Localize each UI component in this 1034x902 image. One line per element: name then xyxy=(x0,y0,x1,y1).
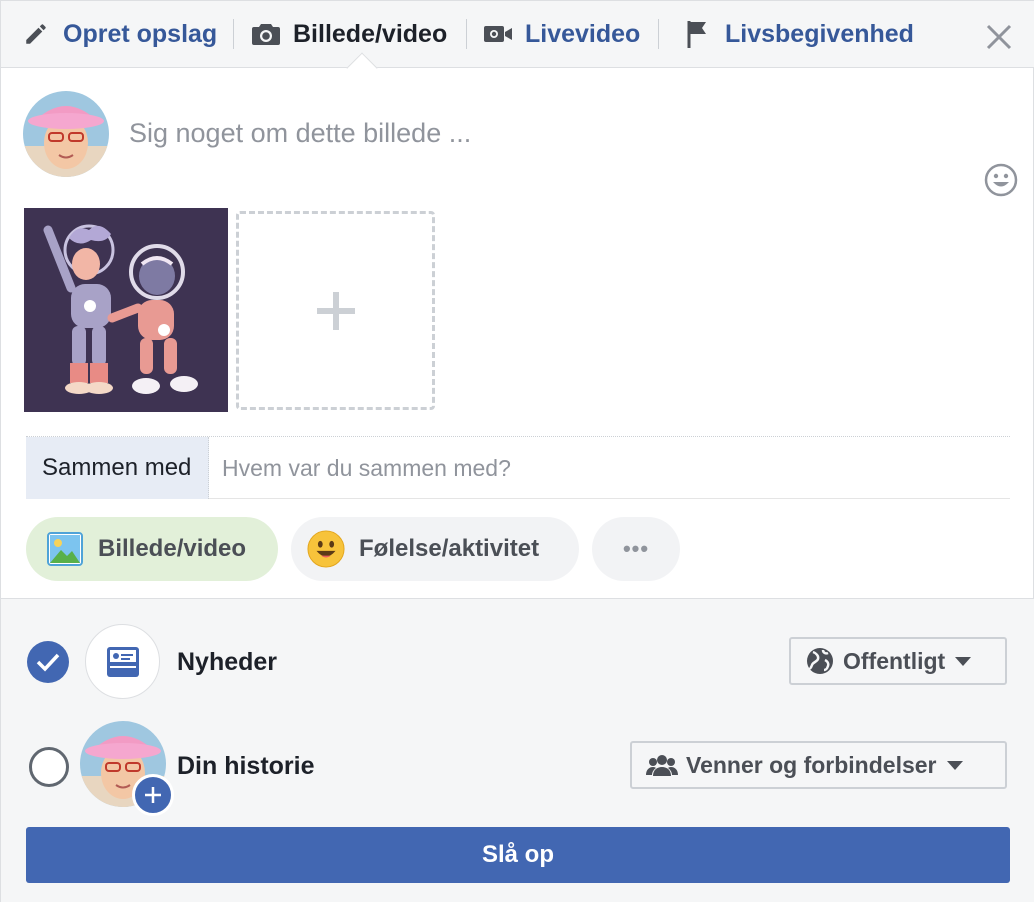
more-icon: ••• xyxy=(622,536,650,561)
tag-people-row: Sammen med xyxy=(26,436,1010,499)
tab-divider xyxy=(466,19,467,49)
post-button[interactable]: Slå op xyxy=(26,827,1010,883)
tab-label: Livevideo xyxy=(525,19,641,48)
chevron-down-icon xyxy=(955,656,972,666)
news-feed-icon xyxy=(85,624,160,699)
photo-icon xyxy=(46,530,84,568)
pill-label: Billede/video xyxy=(98,535,247,562)
tab-label: Livsbegivenhed xyxy=(725,19,914,48)
post-composer-dialog: Opret opslag Billede/video Livevideo Liv… xyxy=(0,0,1034,902)
add-photo-button[interactable] xyxy=(236,211,435,410)
story-label: Din historie xyxy=(177,752,315,780)
plus-icon xyxy=(316,291,355,330)
composer-tabs: Opret opslag Billede/video Livevideo Liv… xyxy=(1,1,1034,84)
tag-people-label: Sammen med xyxy=(26,437,209,499)
feeling-activity-pill[interactable]: Følelse/aktivitet xyxy=(291,517,579,581)
flag-icon xyxy=(683,19,713,49)
video-camera-icon xyxy=(483,19,513,49)
add-to-story-icon[interactable] xyxy=(132,774,174,816)
globe-icon xyxy=(805,646,835,676)
more-options-button[interactable]: ••• xyxy=(592,517,680,581)
tab-photo-video[interactable]: Billede/video xyxy=(251,1,447,67)
checkmark-icon xyxy=(36,653,60,672)
tab-divider xyxy=(233,19,234,49)
news-audience-selector[interactable]: Offentligt xyxy=(789,637,1007,685)
smiley-icon xyxy=(307,530,345,568)
audience-label: Offentligt xyxy=(843,647,946,674)
audience-label: Venner og forbindelser xyxy=(686,751,937,778)
emoji-picker-icon[interactable] xyxy=(984,163,1018,197)
story-checkbox[interactable] xyxy=(29,747,69,787)
chevron-down-icon xyxy=(946,760,963,770)
photo-video-pill[interactable]: Billede/video xyxy=(26,517,278,581)
avatar[interactable] xyxy=(23,91,109,177)
tab-divider xyxy=(658,19,659,49)
tag-people-input[interactable] xyxy=(222,449,982,487)
tab-label: Billede/video xyxy=(293,19,448,48)
pencil-icon xyxy=(21,19,51,49)
news-feed-label: Nyheder xyxy=(177,648,278,676)
tab-live-video[interactable]: Livevideo xyxy=(483,1,640,67)
post-text-input[interactable] xyxy=(129,113,949,153)
close-icon[interactable] xyxy=(983,21,1015,53)
tab-label: Opret opslag xyxy=(63,19,218,48)
pill-label: Følelse/aktivitet xyxy=(359,535,540,562)
tab-create-post[interactable]: Opret opslag xyxy=(21,1,217,67)
friends-icon xyxy=(646,753,678,777)
attached-photo-thumbnail[interactable] xyxy=(24,208,228,412)
story-audience-selector[interactable]: Venner og forbindelser xyxy=(630,741,1007,789)
news-feed-checkbox[interactable] xyxy=(27,641,69,683)
camera-icon xyxy=(251,19,281,49)
tab-life-event[interactable]: Livsbegivenhed xyxy=(683,1,914,67)
